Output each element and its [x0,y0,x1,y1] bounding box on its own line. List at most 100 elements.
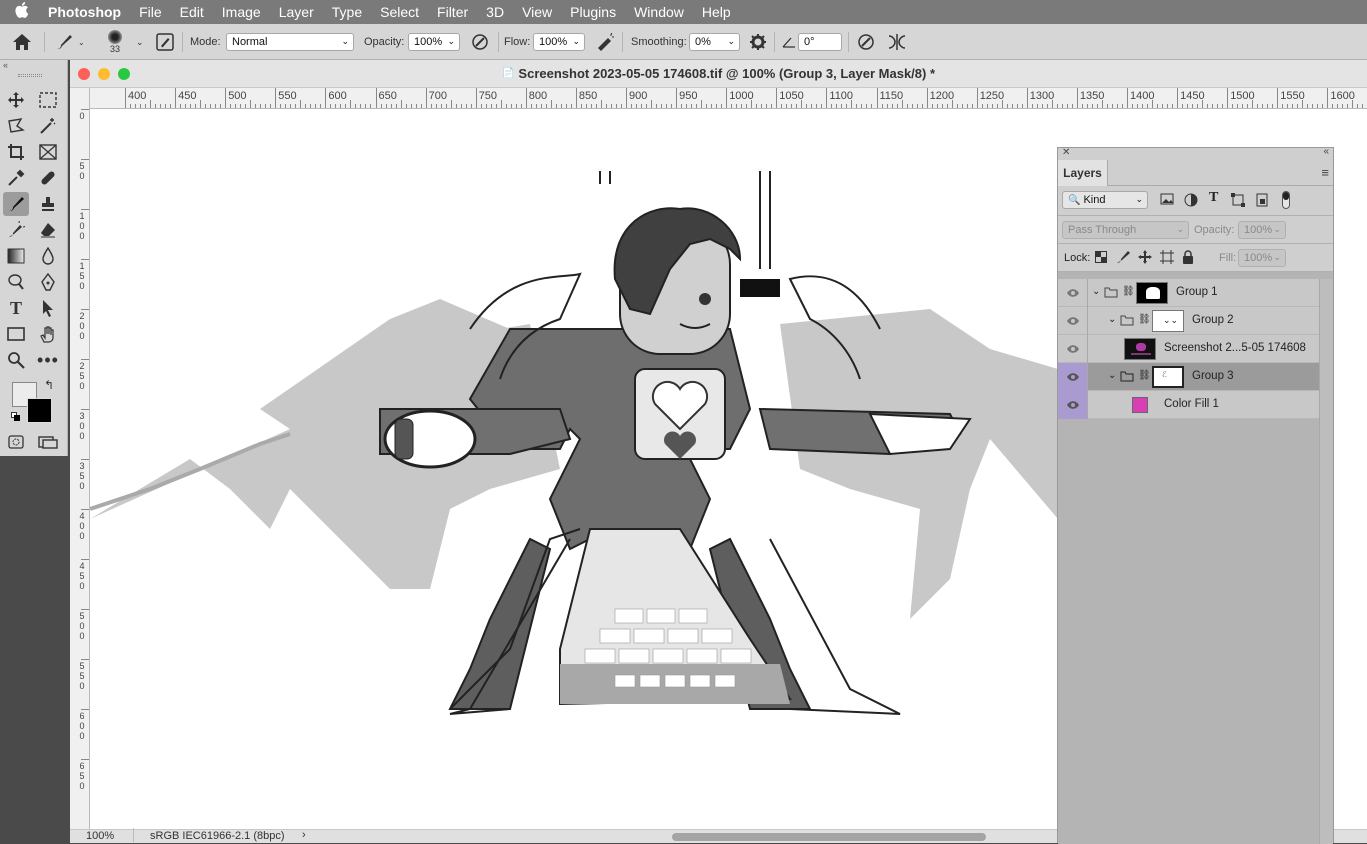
vertical-ruler[interactable]: 0 50 100 150 200 250 300 350 400 450 500 550 600 650 [70,88,90,829]
link-icon[interactable]: ⛓ [1138,370,1151,381]
eye-icon[interactable] [1058,391,1088,419]
default-colors-icon[interactable] [11,412,20,421]
blend-mode-select[interactable]: Pass Through ⌄ [1062,221,1189,239]
layers-scrollbar[interactable] [1319,279,1333,844]
zoom-window-button[interactable] [118,68,130,80]
mode-select[interactable]: Normal ⌄ [226,33,354,51]
close-panel-icon[interactable]: ✕ [1062,147,1070,158]
eye-icon[interactable] [1058,307,1088,335]
crop-tool-icon[interactable] [3,140,29,164]
symmetry-icon[interactable] [886,24,908,60]
chevron-right-icon[interactable]: › [302,829,306,841]
pressure-size-icon[interactable] [856,24,876,60]
eye-icon[interactable] [1058,279,1088,307]
collapse-panel-icon[interactable]: « [3,60,8,70]
flow-input[interactable]: 100% ⌄ [533,33,585,51]
zoom-level[interactable]: 100% [86,830,114,842]
filter-smart-object-icon[interactable] [1256,193,1268,210]
swap-colors-icon[interactable]: ↰ [44,378,54,392]
tab-layers[interactable]: Layers [1058,160,1108,186]
layer-mask-thumbnail[interactable] [1136,282,1168,304]
menu-edit[interactable]: Edit [171,0,213,24]
screen-mode-icon[interactable] [35,430,61,454]
filter-toggle[interactable] [1282,191,1290,209]
close-window-button[interactable] [78,68,90,80]
menu-select[interactable]: Select [371,0,428,24]
eraser-tool-icon[interactable] [35,218,61,242]
color-fill-swatch[interactable] [1132,397,1148,413]
minimize-window-button[interactable] [98,68,110,80]
rectangle-tool-icon[interactable] [3,322,29,346]
brush-size-chevron-icon[interactable]: ⌄ [136,24,144,60]
blur-tool-icon[interactable] [35,244,61,268]
layer-row-group-3[interactable]: ⌄ ⛓ ℰ Group 3 [1058,363,1319,391]
canvas[interactable] [90,109,1058,829]
lock-pixels-icon[interactable] [1116,250,1130,267]
panel-menu-icon[interactable]: ≡ [1321,165,1329,180]
background-color-swatch[interactable] [27,398,52,423]
menu-plugins[interactable]: Plugins [561,0,625,24]
history-brush-tool-icon[interactable] [3,218,29,242]
eye-icon[interactable] [1058,335,1088,363]
collapse-panel-icon[interactable]: « [1323,146,1329,157]
layer-row-color-fill-1[interactable]: Color Fill 1 [1058,391,1319,419]
magic-wand-tool-icon[interactable] [35,114,61,138]
lock-transparency-icon[interactable] [1095,251,1107,266]
layer-mask-thumbnail[interactable]: ⌄⌄ [1152,310,1184,332]
link-icon[interactable]: ⛓ [1122,286,1135,297]
airbrush-icon[interactable] [595,24,617,60]
brush-size-picker[interactable]: 33 [108,24,122,60]
chevron-down-icon[interactable]: ⌄ [1108,314,1116,325]
more-tools-icon[interactable]: ••• [35,348,61,372]
filter-type-icon[interactable]: T [1209,190,1218,206]
filter-adjustment-icon[interactable] [1184,193,1198,210]
gear-icon[interactable] [749,24,767,60]
angle-input[interactable]: 0° [798,33,842,51]
opacity-input[interactable]: 100% ⌄ [408,33,460,51]
filter-pixel-icon[interactable] [1160,193,1174,208]
layer-row-group-2[interactable]: ⌄ ⛓ ⌄⌄ Group 2 [1058,307,1319,335]
layer-row-group-1[interactable]: ⌄ ⛓ Group 1 [1058,279,1319,307]
hand-tool-icon[interactable] [35,322,61,346]
apple-menu-icon[interactable] [0,2,44,22]
brush-tool-icon[interactable] [3,192,29,216]
smoothing-input[interactable]: 0% ⌄ [689,33,740,51]
lasso-tool-icon[interactable] [3,114,29,138]
layer-row-screenshot[interactable]: Screenshot 2...5-05 174608 [1058,335,1319,363]
menu-help[interactable]: Help [693,0,740,24]
menu-filter[interactable]: Filter [428,0,477,24]
menu-layer[interactable]: Layer [270,0,323,24]
layer-mask-thumbnail[interactable]: ℰ [1152,366,1184,388]
lock-all-icon[interactable] [1182,250,1194,267]
healing-brush-tool-icon[interactable] [35,166,61,190]
home-icon[interactable] [12,24,32,60]
app-menu[interactable]: Photoshop [44,0,130,24]
type-tool-icon[interactable]: T [3,296,29,320]
move-tool-icon[interactable] [3,88,29,112]
panel-grip[interactable] [18,74,42,77]
layer-thumbnail[interactable] [1124,338,1156,360]
menu-image[interactable]: Image [213,0,270,24]
pen-tool-icon[interactable] [35,270,61,294]
menu-window[interactable]: Window [625,0,693,24]
lock-position-icon[interactable] [1138,250,1152,267]
menu-type[interactable]: Type [323,0,371,24]
eyedropper-tool-icon[interactable] [3,166,29,190]
link-icon[interactable]: ⛓ [1138,314,1151,325]
fill-input[interactable]: 100% ⌄ [1238,249,1286,267]
filter-shape-icon[interactable] [1231,193,1245,210]
dodge-tool-icon[interactable] [3,270,29,294]
path-selection-tool-icon[interactable] [35,296,61,320]
menu-3d[interactable]: 3D [477,0,513,24]
eye-icon[interactable] [1058,363,1088,391]
chevron-down-icon[interactable]: ⌄ [1092,286,1100,297]
pressure-opacity-icon[interactable] [470,24,490,60]
menu-file[interactable]: File [130,0,171,24]
color-profile-info[interactable]: sRGB IEC61966-2.1 (8bpc) [150,830,285,842]
filter-kind-select[interactable]: 🔍 Kind ⌄ [1062,191,1148,209]
clone-stamp-tool-icon[interactable] [35,192,61,216]
brush-tool-preset-icon[interactable]: ⌄ [54,24,85,60]
marquee-tool-icon[interactable] [35,88,61,112]
menu-view[interactable]: View [513,0,561,24]
gradient-tool-icon[interactable] [3,244,29,268]
